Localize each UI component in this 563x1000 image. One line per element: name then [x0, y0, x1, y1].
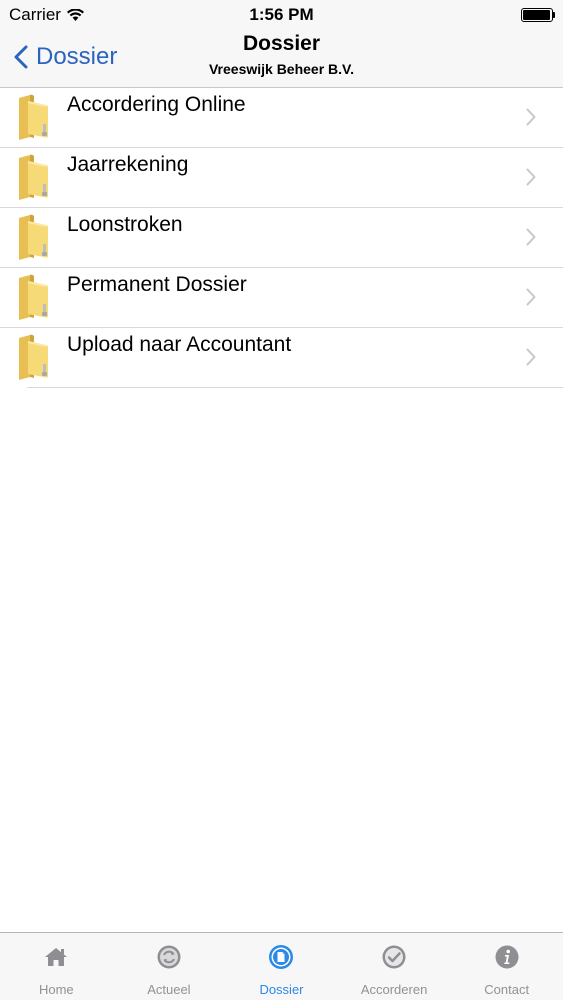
- tab-label: Accorderen: [360, 982, 428, 997]
- tab-bar: Home Actueel Dossier Accorderen Contact: [0, 932, 563, 1000]
- list-item-label: Upload naar Accountant: [67, 333, 292, 356]
- list-item-label: Permanent Dossier: [67, 273, 247, 296]
- chevron-right-icon: [526, 348, 536, 366]
- folder-icon: [16, 274, 52, 320]
- list-item-label: Jaarrekening: [67, 153, 189, 176]
- list-item[interactable]: Upload naar Accountant: [0, 328, 563, 387]
- status-bar: Carrier 1:56 PM: [0, 0, 563, 30]
- document-icon: [268, 944, 294, 970]
- status-time: 1:56 PM: [249, 5, 314, 24]
- home-icon: [43, 944, 69, 970]
- tab-dossier[interactable]: Dossier: [225, 933, 338, 1000]
- folder-icon: [16, 334, 52, 380]
- list-divider: [27, 387, 563, 388]
- tab-label: Actueel: [147, 982, 191, 997]
- list-item[interactable]: Permanent Dossier: [0, 268, 563, 328]
- tab-actueel[interactable]: Actueel: [113, 933, 226, 1000]
- tab-home[interactable]: Home: [0, 933, 113, 1000]
- refresh-icon: [156, 944, 182, 970]
- tab-label: Home: [38, 982, 74, 997]
- navigation-bar: Dossier Dossier Vreeswijk Beheer B.V.: [0, 30, 563, 88]
- folder-icon: [16, 214, 52, 260]
- chevron-right-icon: [526, 108, 536, 126]
- tab-label: Dossier: [259, 982, 304, 997]
- folder-list: Accordering Online Jaarrekening Loonstro…: [0, 88, 563, 388]
- chevron-right-icon: [526, 228, 536, 246]
- tab-label: Contact: [484, 982, 530, 997]
- list-item-label: Accordering Online: [67, 93, 246, 116]
- list-item[interactable]: Accordering Online: [0, 88, 563, 148]
- battery-icon: [521, 8, 555, 22]
- page-subtitle: Vreeswijk Beheer B.V.: [208, 61, 355, 77]
- list-item[interactable]: Loonstroken: [0, 208, 563, 268]
- list-item-label: Loonstroken: [67, 213, 183, 236]
- tab-contact[interactable]: Contact: [450, 933, 563, 1000]
- page-title: Dossier: [242, 32, 321, 55]
- chevron-right-icon: [526, 168, 536, 186]
- list-item[interactable]: Jaarrekening: [0, 148, 563, 208]
- checkmark-icon: [381, 944, 407, 970]
- info-icon: [494, 944, 520, 970]
- folder-icon: [16, 94, 52, 140]
- tab-accorderen[interactable]: Accorderen: [338, 933, 451, 1000]
- chevron-right-icon: [526, 288, 536, 306]
- folder-icon: [16, 154, 52, 200]
